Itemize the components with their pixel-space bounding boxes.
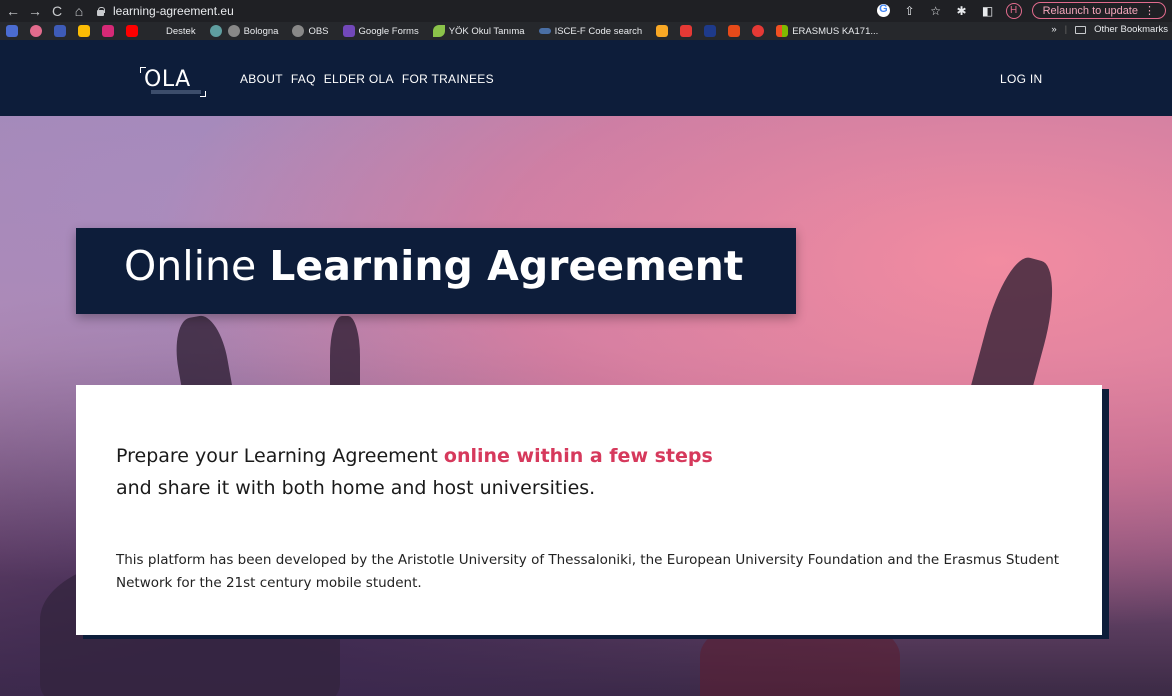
red-circle-bookmark-icon[interactable] [752,25,765,37]
sidepanel-icon[interactable]: ◧ [980,3,996,19]
bookmark-google-forms[interactable]: Google Forms [335,25,419,37]
youtube-bookmark-icon[interactable] [126,25,138,37]
instagram-bookmark-icon[interactable] [102,25,114,37]
d-bookmark-icon[interactable] [704,25,717,37]
address-bar[interactable]: learning-agreement.eu [96,2,234,20]
share-icon[interactable]: ⇧ [902,3,918,19]
bookmark-bologna[interactable]: Bologna [202,25,278,37]
more-icon: ⋮ [1144,5,1155,17]
other-bookmarks[interactable]: Other Bookmarks [1094,24,1168,35]
drive-bookmark-icon[interactable] [78,25,90,37]
nav-for-trainees[interactable]: FOR TRAINEES [402,72,494,86]
logo-corner [200,91,206,97]
globe-icon [209,25,222,37]
main-nav: ABOUT FAQ ELDER OLA FOR TRAINEES [240,72,494,86]
bookmark-yok[interactable]: YÖK Okul Tanıma [425,25,525,37]
intro-card: Prepare your Learning Agreement online w… [76,385,1102,635]
bookmark-obs[interactable]: OBS [284,25,329,37]
nav-elder-ola[interactable]: ELDER OLA [324,72,394,86]
url-text: learning-agreement.eu [113,4,234,18]
lock-icon [96,6,105,16]
more-bookmarks-icon[interactable]: » [1051,24,1056,35]
extensions-icon[interactable]: ✱ [954,3,970,19]
hero-title: Online Learning Agreement [124,242,744,290]
microsoft-icon [776,25,789,37]
bookmark-destek[interactable]: Destek [166,26,196,37]
shield2-bookmark-icon[interactable] [54,25,66,37]
forward-icon[interactable]: → [26,2,44,20]
circle-bookmark-icon[interactable] [30,25,42,37]
site-logo[interactable]: OLA [144,67,191,92]
reload-icon[interactable]: C [48,2,66,20]
home-icon[interactable]: ⌂ [70,2,88,20]
hero-title-box: Online Learning Agreement [76,228,796,314]
globe-icon [227,25,240,37]
login-link[interactable]: LOG IN [1000,72,1042,86]
isced-icon [538,28,551,34]
relaunch-button[interactable]: Relaunch to update ⋮ [1031,2,1166,19]
shield-bookmark-icon[interactable] [6,25,18,37]
globe-icon [292,25,305,37]
bookmark-iscef[interactable]: ISCE-F Code search [531,26,642,37]
folder-icon [1075,25,1087,34]
logo-tagline [151,90,201,94]
google-icon[interactable] [876,3,892,19]
bookmark-erasmus[interactable]: ERASMUS KA171... [768,25,878,37]
t2-bookmark-icon[interactable] [728,25,741,37]
site-header: OLA ABOUT FAQ ELDER OLA FOR TRAINEES LOG… [0,40,1172,116]
back-icon[interactable]: ← [4,2,22,20]
orange-bookmark-icon[interactable] [656,25,669,37]
intro-lead: Prepare your Learning Agreement online w… [116,445,713,499]
t-bookmark-icon[interactable] [680,25,693,37]
browser-toolbar: ← → C ⌂ learning-agreement.eu ⇧ ☆ ✱ ◧ H … [0,0,1172,22]
bookmarks-bar: Destek Bologna OBS Google Forms YÖK Okul… [0,22,1172,40]
nav-about[interactable]: ABOUT [240,72,283,86]
leaf-icon [432,25,445,37]
star-icon[interactable]: ☆ [928,3,944,19]
intro-description: This platform has been developed by the … [116,552,1060,591]
forms-icon [342,25,355,37]
profile-avatar[interactable]: H [1005,2,1022,19]
nav-faq[interactable]: FAQ [291,72,316,86]
intro-accent: online within a few steps [443,445,713,467]
